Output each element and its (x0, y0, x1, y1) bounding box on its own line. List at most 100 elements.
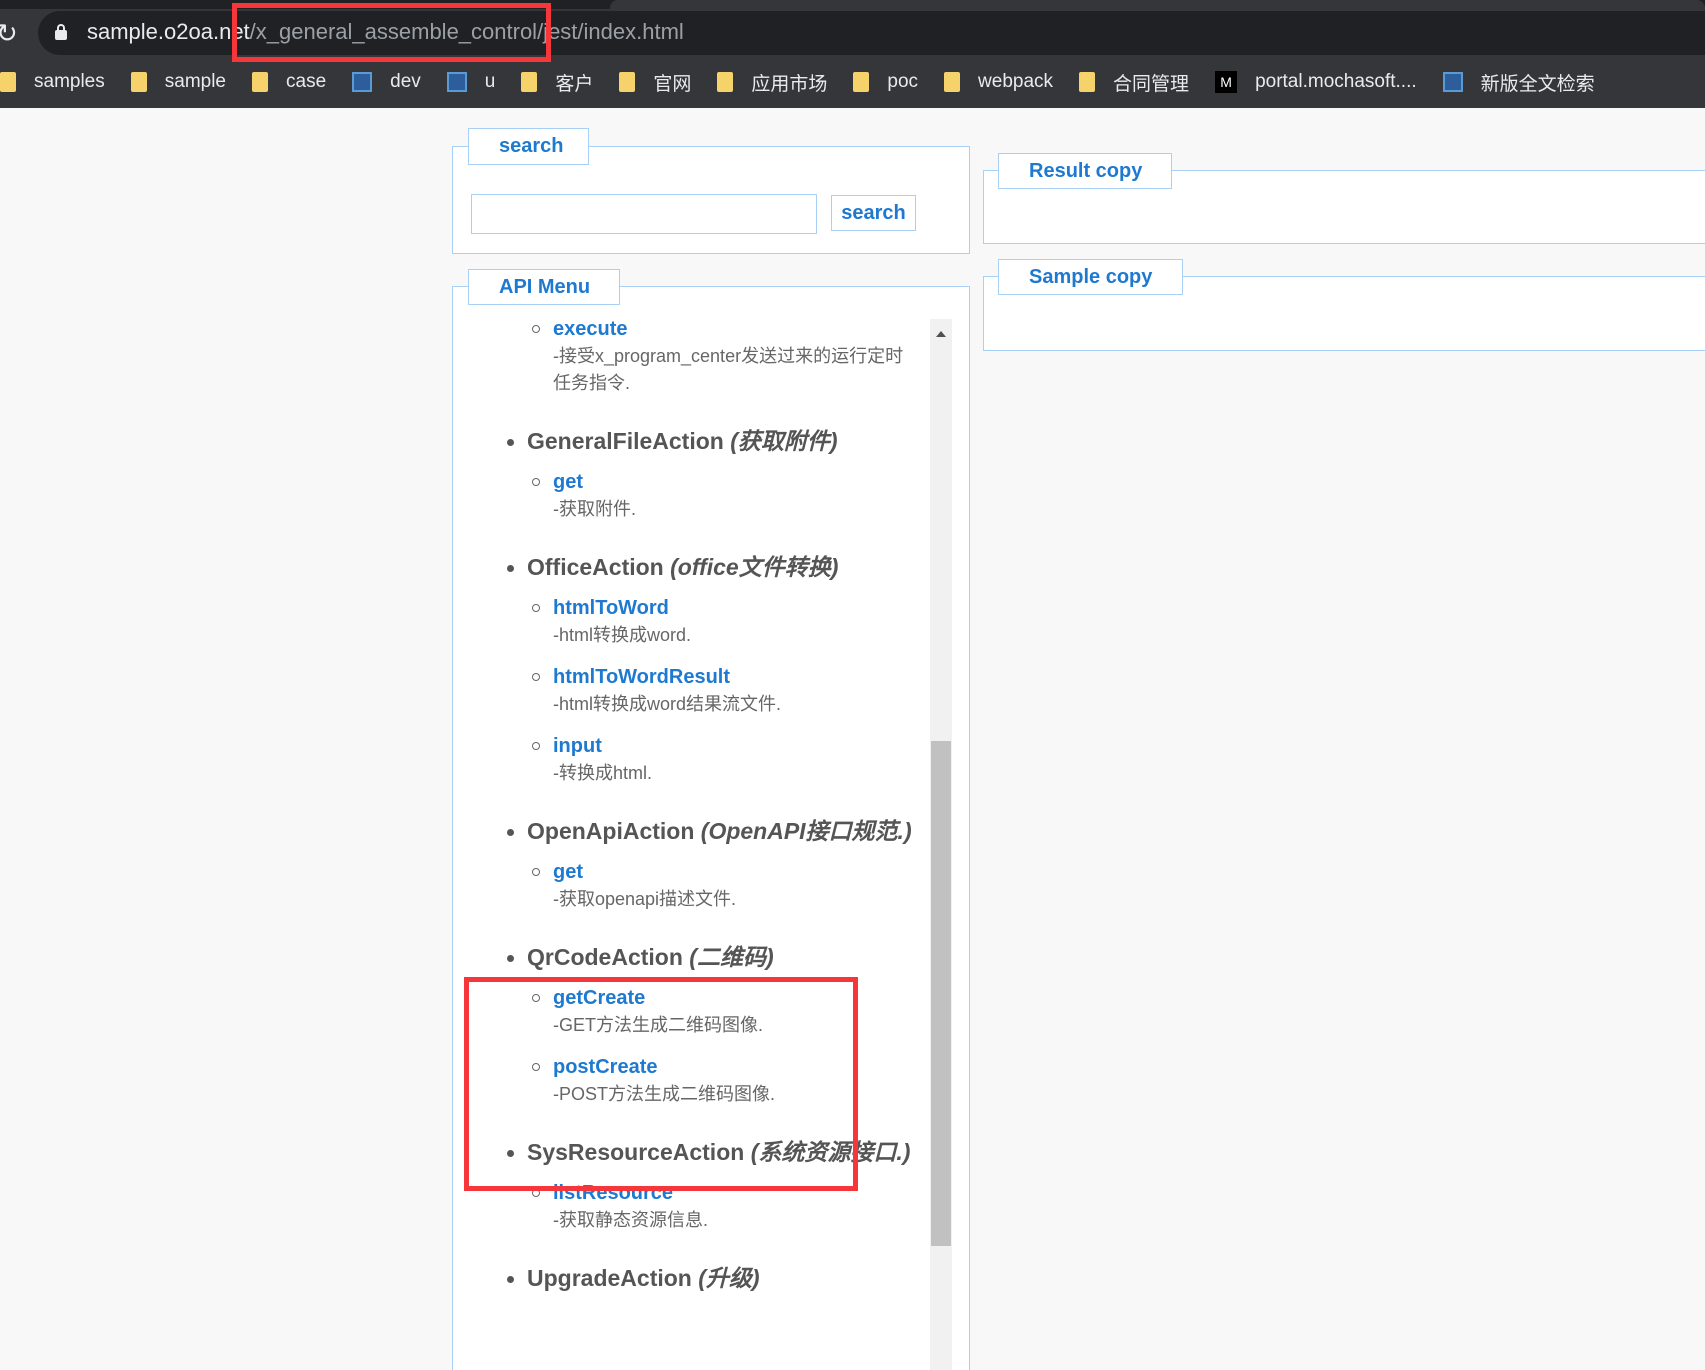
api-menu-list: execute -接受x_program_center发送过来的运行定时任务指令.… (466, 319, 930, 1370)
bookmark-label: case (286, 71, 327, 92)
api-group-heading[interactable]: UpgradeAction (升级) (466, 1265, 926, 1292)
search-input[interactable] (471, 194, 817, 234)
bookmark-label: 客户 (555, 73, 594, 95)
bookmark-item[interactable]: webpack (944, 71, 1053, 93)
active-tab[interactable] (610, 0, 1705, 9)
api-method-item: get -获取openapi描述文件. (466, 859, 926, 913)
api-method-item: get -获取附件. (466, 469, 926, 523)
bookmark-label: webpack (978, 71, 1054, 92)
api-method-link[interactable]: htmlToWordResult (553, 664, 926, 691)
api-method-desc: -获取openapi描述文件. (553, 889, 737, 909)
api-menu-legend: API Menu (468, 269, 620, 305)
api-group: SysResourceAction (系统资源接口.) listResource -… (466, 1139, 926, 1234)
url-text[interactable]: sample.o2oa.net/x_general_assemble_contr… (87, 19, 684, 45)
circle-bullet-icon (532, 478, 540, 486)
url-path: /x_general_assemble_control/jest/index.h… (249, 19, 684, 44)
folder-icon (0, 72, 16, 92)
bookmark-label: u (484, 71, 496, 92)
site-icon (446, 72, 467, 92)
bookmark-item[interactable]: case (252, 71, 326, 93)
bullet-icon (507, 829, 514, 836)
bookmark-label: portal.mochasoft.... (1255, 71, 1417, 92)
api-group-name: SysResourceAction (527, 1139, 745, 1165)
api-group-note: (office文件转换) (670, 554, 839, 580)
browser-toolbar: ↻ sample.o2oa.net/x_general_assemble_con… (0, 0, 1705, 108)
api-method-desc: -接受x_program_center发送过来的运行定时任务指令. (553, 346, 904, 393)
api-method-link[interactable]: htmlToWord (553, 595, 926, 622)
bookmark-item[interactable]: 客户 (521, 69, 593, 96)
api-method-link[interactable]: get (553, 859, 926, 886)
api-method-item: htmlToWordResult -html转换成word结果流文件. (466, 664, 926, 718)
api-group-note: (升级) (698, 1265, 760, 1291)
circle-bullet-icon (532, 742, 540, 750)
search-button[interactable]: search (831, 195, 916, 231)
folder-icon (1079, 72, 1096, 92)
tab-strip (0, 0, 1705, 9)
bookmark-item[interactable]: 合同管理 (1079, 69, 1189, 96)
bullet-icon (507, 439, 514, 446)
circle-bullet-icon (532, 994, 540, 1002)
site-icon (1442, 72, 1463, 92)
bullet-icon (507, 955, 514, 962)
scrollbar-thumb[interactable] (931, 741, 951, 1246)
api-group: UpgradeAction (升级) (466, 1265, 926, 1292)
sample-legend: Sample copy (998, 259, 1183, 295)
bookmark-label: 合同管理 (1113, 73, 1190, 95)
site-icon (352, 72, 373, 92)
circle-bullet-icon (532, 1063, 540, 1071)
api-method-link[interactable]: get (553, 469, 926, 496)
api-method-desc: -获取静态资源信息. (553, 1210, 708, 1230)
bookmark-item[interactable]: sample (130, 71, 226, 93)
bookmark-label: 官网 (653, 73, 692, 95)
bookmark-label: 新版全文检索 (1480, 73, 1595, 95)
circle-bullet-icon (532, 325, 540, 333)
api-group-name: UpgradeAction (527, 1265, 692, 1291)
api-group-heading[interactable]: OfficeAction (office文件转换) (466, 554, 926, 581)
api-group-name: OpenApiAction (527, 818, 695, 844)
api-group-heading[interactable]: GeneralFileAction (获取附件) (466, 428, 926, 455)
api-method-item: listResource -获取静态资源信息. (466, 1180, 926, 1234)
api-group: OfficeAction (office文件转换) htmlToWord -html… (466, 554, 926, 787)
circle-bullet-icon (532, 604, 540, 612)
folder-icon (944, 72, 961, 92)
api-group-name: OfficeAction (527, 554, 664, 580)
url-host: sample.o2oa.net (87, 19, 250, 44)
api-group: OpenApiAction (OpenAPI接口规范.) get -获取openap… (466, 818, 926, 913)
api-method-link[interactable]: listResource (553, 1180, 926, 1207)
circle-bullet-icon (532, 673, 540, 681)
reload-icon[interactable]: ↻ (0, 18, 18, 49)
api-method-item: htmlToWord -html转换成word. (466, 595, 926, 649)
folder-icon (717, 72, 734, 92)
api-method-item: execute -接受x_program_center发送过来的运行定时任务指令. (466, 319, 926, 397)
circle-bullet-icon (532, 1189, 540, 1197)
api-method-link[interactable]: postCreate (553, 1054, 926, 1081)
bookmark-item[interactable]: poc (853, 71, 918, 93)
api-method-desc: -html转换成word. (553, 625, 692, 645)
lock-icon[interactable] (55, 24, 67, 40)
bullet-icon (507, 1150, 514, 1157)
bookmark-item[interactable]: 官网 (619, 69, 691, 96)
bookmark-item[interactable]: dev (352, 71, 421, 93)
bookmark-item[interactable]: 新版全文检索 (1442, 69, 1595, 96)
folder-icon (252, 72, 268, 92)
api-group-heading[interactable]: SysResourceAction (系统资源接口.) (466, 1139, 926, 1166)
result-legend: Result copy (998, 153, 1172, 189)
api-method-link[interactable]: getCreate (553, 985, 926, 1012)
bookmark-item[interactable]: samples (0, 71, 105, 93)
api-method-desc: -GET方法生成二维码图像. (553, 1015, 763, 1035)
api-group-heading[interactable]: QrCodeAction (二维码) (466, 944, 926, 971)
scrollbar[interactable] (930, 319, 952, 1370)
circle-bullet-icon (532, 868, 540, 876)
bookmark-item[interactable]: Mportal.mochasoft.... (1215, 71, 1417, 93)
api-method-link[interactable]: execute (553, 319, 926, 343)
api-group: GeneralFileAction (获取附件) get -获取附件. (466, 428, 926, 523)
api-method-desc: -转换成html. (553, 763, 652, 783)
api-group-note: (二维码) (689, 944, 774, 970)
api-method-link[interactable]: input (553, 733, 926, 760)
api-group-note: (系统资源接口.) (750, 1139, 911, 1165)
bookmark-item[interactable]: 应用市场 (717, 69, 827, 96)
api-group-heading[interactable]: OpenApiAction (OpenAPI接口规范.) (466, 818, 926, 845)
bookmarks-bar: samples sample case dev u 客户 官网 应用市场 poc webpack 合… (0, 66, 1621, 98)
bookmark-item[interactable]: u (446, 71, 496, 93)
scroll-up-icon[interactable] (936, 331, 946, 337)
